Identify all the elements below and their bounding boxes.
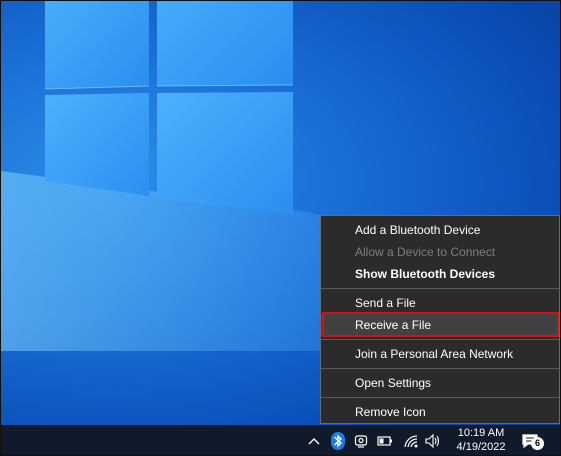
menu-item-join-personal-area-network[interactable]: Join a Personal Area Network bbox=[321, 343, 559, 365]
menu-item-remove-icon[interactable]: Remove Icon bbox=[321, 401, 559, 423]
battery-icon[interactable] bbox=[376, 425, 394, 455]
chevron-up-icon[interactable] bbox=[306, 425, 322, 455]
camera-icon[interactable] bbox=[353, 425, 369, 455]
volume-icon[interactable] bbox=[424, 425, 442, 455]
menu-item-add-bluetooth-device[interactable]: Add a Bluetooth Device bbox=[321, 219, 559, 241]
bluetooth-icon[interactable] bbox=[329, 425, 347, 455]
menu-item-allow-device-to-connect: Allow a Device to Connect bbox=[355, 245, 496, 259]
wifi-icon[interactable] bbox=[403, 425, 419, 455]
menu-separator bbox=[321, 339, 559, 340]
menu-item-send-a-file[interactable]: Send a File bbox=[321, 292, 559, 314]
highlight-annotation bbox=[322, 312, 559, 337]
notification-count-badge: 6 bbox=[531, 437, 544, 450]
menu-separator bbox=[321, 288, 559, 289]
clock-time: 10:19 AM bbox=[457, 427, 505, 439]
taskbar-clock[interactable]: 10:19 AM 4/19/2022 bbox=[449, 425, 513, 455]
clock-date: 4/19/2022 bbox=[456, 441, 506, 453]
menu-separator bbox=[321, 397, 559, 398]
menu-item-open-settings[interactable]: Open Settings bbox=[321, 372, 559, 394]
menu-separator bbox=[321, 368, 559, 369]
desktop: Add a Bluetooth Device Allow a Device to… bbox=[0, 0, 561, 456]
menu-item-show-bluetooth-devices[interactable]: Show Bluetooth Devices bbox=[321, 263, 559, 285]
